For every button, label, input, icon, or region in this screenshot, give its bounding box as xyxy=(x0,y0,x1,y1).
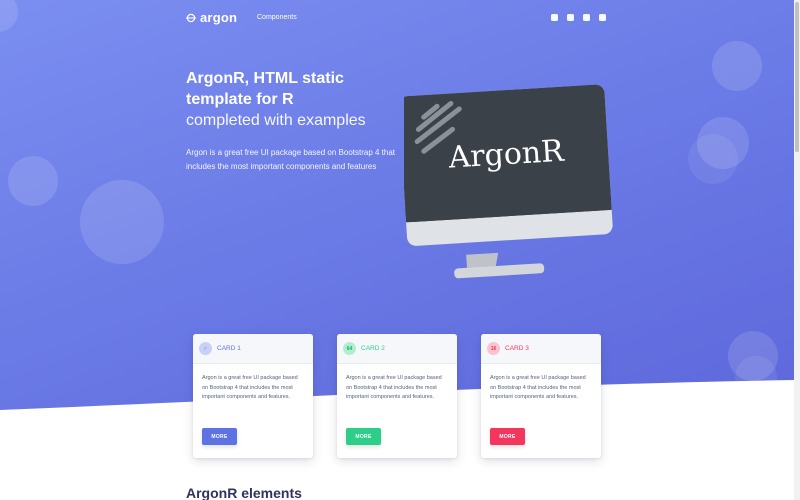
brand-logo[interactable]: argon xyxy=(186,10,237,25)
card-1: ✓ CARD 1 Argon is a great free UI packag… xyxy=(193,334,313,458)
card-body: Argon is a great free UI package based o… xyxy=(490,375,586,401)
decor-bubble xyxy=(688,134,738,184)
monitor-screen-text: ArgonR xyxy=(447,134,567,176)
card-header: 16 CARD 3 xyxy=(481,334,601,364)
decor-bubble xyxy=(8,156,58,206)
check-icon: ✓ xyxy=(199,342,212,355)
card-title: CARD 1 xyxy=(217,345,241,352)
decor-bubble xyxy=(712,41,762,91)
hero-title-line-2: template for R xyxy=(186,91,294,108)
github-icon[interactable] xyxy=(599,14,606,21)
card-3: 16 CARD 3 Argon is a great free UI packa… xyxy=(481,334,601,458)
hero-lead: Argon is a great free UI package based o… xyxy=(186,148,396,171)
card-title: CARD 3 xyxy=(505,345,529,352)
card-header: ✓ CARD 1 xyxy=(193,334,313,364)
twitter-icon[interactable] xyxy=(583,14,590,21)
facebook-icon[interactable] xyxy=(551,14,558,21)
card-body: Argon is a great free UI package based o… xyxy=(202,375,298,401)
hero-text: ArgonR, HTML static template for R compl… xyxy=(186,68,401,174)
navbar: argon Components xyxy=(186,10,606,28)
badge-icon: 16 xyxy=(487,342,500,355)
section-title-elements: ArgonR elements xyxy=(186,485,302,500)
card-2: 64 CARD 2 Argon is a great free UI packa… xyxy=(337,334,457,458)
brand-name: argon xyxy=(200,10,238,25)
nav-link-components[interactable]: Components xyxy=(257,14,297,21)
hero-title-line-1: ArgonR, HTML static xyxy=(186,70,344,87)
badge-icon: 64 xyxy=(343,342,356,355)
card-more-button[interactable]: MORE xyxy=(202,428,237,445)
social-links xyxy=(551,14,606,21)
card-more-button[interactable]: MORE xyxy=(490,428,525,445)
page-scrollbar[interactable] xyxy=(794,0,800,500)
monitor-illustration: ArgonR xyxy=(404,84,613,279)
card-body: Argon is a great free UI package based o… xyxy=(346,375,442,401)
decor-bubble xyxy=(80,180,164,264)
decor-bubble xyxy=(0,0,18,32)
instagram-icon[interactable] xyxy=(567,14,574,21)
card-title: CARD 2 xyxy=(361,345,385,352)
card-header: 64 CARD 2 xyxy=(337,334,457,364)
hero-subtitle: completed with examples xyxy=(186,112,366,129)
argon-logo-icon xyxy=(186,13,196,22)
scrollbar-thumb[interactable] xyxy=(795,2,799,152)
card-more-button[interactable]: MORE xyxy=(346,428,381,445)
